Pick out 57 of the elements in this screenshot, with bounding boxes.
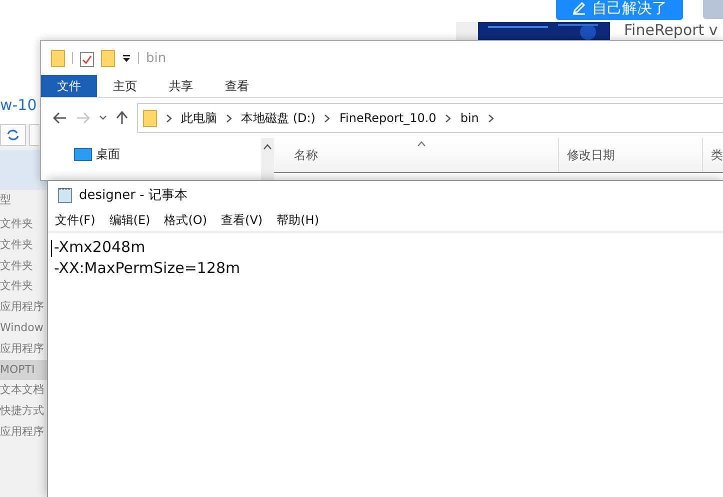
scroll-up-icon[interactable] xyxy=(262,144,272,150)
page-link[interactable]: w-10 xyxy=(0,96,37,114)
text-line: -Xmx2048m xyxy=(54,237,146,258)
column-header[interactable]: 修改日期 xyxy=(559,138,703,172)
address-bar[interactable]: 此电脑 本地磁盘 (D:) FineReport_10.0 bin xyxy=(137,103,723,133)
file-type-item[interactable]: 文件夹 xyxy=(0,256,47,276)
menu-item[interactable]: 帮助(H) xyxy=(276,212,319,228)
folder-icon xyxy=(51,50,65,66)
refresh-icon xyxy=(6,129,20,141)
chevron-right-icon[interactable] xyxy=(445,114,452,122)
window-title: designer - 记事本 xyxy=(79,187,188,204)
menu-item[interactable]: 编辑(E) xyxy=(109,212,150,228)
file-type-item[interactable]: 文本文档 xyxy=(0,380,47,402)
ribbon-tab[interactable]: 主页 xyxy=(97,75,153,97)
desktop-icon xyxy=(74,148,92,162)
file-type-item[interactable]: 应用程序 xyxy=(0,297,47,318)
scrollbar[interactable] xyxy=(260,138,274,180)
menu-item[interactable]: 查看(V) xyxy=(221,212,263,228)
pencil-icon xyxy=(572,1,586,15)
ribbon-tab[interactable]: 共享 xyxy=(153,75,209,97)
ribbon-tab[interactable]: 文件 xyxy=(41,75,97,97)
refresh-button[interactable] xyxy=(0,124,26,146)
notepad-icon xyxy=(58,187,72,203)
text-line: -XX:MaxPermSize=128m xyxy=(54,258,242,279)
column-header: 型 xyxy=(0,192,12,208)
text-area[interactable]: -Xmx2048m -XX:MaxPermSize=128m xyxy=(48,233,723,497)
folder-icon xyxy=(143,110,157,126)
banner-title: FineReport v xyxy=(624,22,718,39)
menu-item[interactable]: 文件(F) xyxy=(55,212,96,228)
up-arrow-icon[interactable] xyxy=(116,111,128,125)
file-type-item[interactable]: 快捷方式 xyxy=(0,401,47,422)
breadcrumb-item[interactable]: 本地磁盘 (D:) xyxy=(241,110,316,126)
breadcrumb-item[interactable]: bin xyxy=(460,111,479,125)
menu-item[interactable]: 格式(O) xyxy=(164,212,208,228)
dropdown-icon[interactable] xyxy=(122,54,131,62)
column-header[interactable]: 名称 xyxy=(274,138,559,172)
chevron-right-icon[interactable] xyxy=(488,114,494,122)
chevron-down-icon[interactable] xyxy=(99,115,107,121)
file-type-item[interactable]: 文件夹 xyxy=(0,234,47,256)
column-header[interactable]: 类 xyxy=(703,138,723,172)
sort-caret-icon xyxy=(417,141,426,147)
folder-icon xyxy=(101,50,115,66)
file-type-item[interactable]: 应用程序 xyxy=(0,338,47,360)
file-type-item[interactable]: 应用程序 xyxy=(0,422,47,443)
nav-item[interactable]: 桌面 xyxy=(74,146,261,163)
breadcrumb-item[interactable]: 此电脑 xyxy=(181,110,217,126)
chevron-right-icon[interactable] xyxy=(324,114,330,122)
file-type-item[interactable]: Window xyxy=(0,318,47,339)
file-type-item[interactable]: 文件夹 xyxy=(0,214,47,235)
window-title: bin xyxy=(146,50,166,66)
chevron-right-icon[interactable] xyxy=(226,114,232,122)
file-type-item[interactable]: 文件夹 xyxy=(0,276,47,298)
chevron-right-icon[interactable] xyxy=(166,114,172,122)
checklist-icon xyxy=(80,50,94,66)
back-arrow-icon[interactable] xyxy=(53,112,67,124)
ribbon-tab[interactable]: 查看 xyxy=(209,75,265,97)
breadcrumb-item[interactable]: FineReport_10.0 xyxy=(339,111,436,125)
